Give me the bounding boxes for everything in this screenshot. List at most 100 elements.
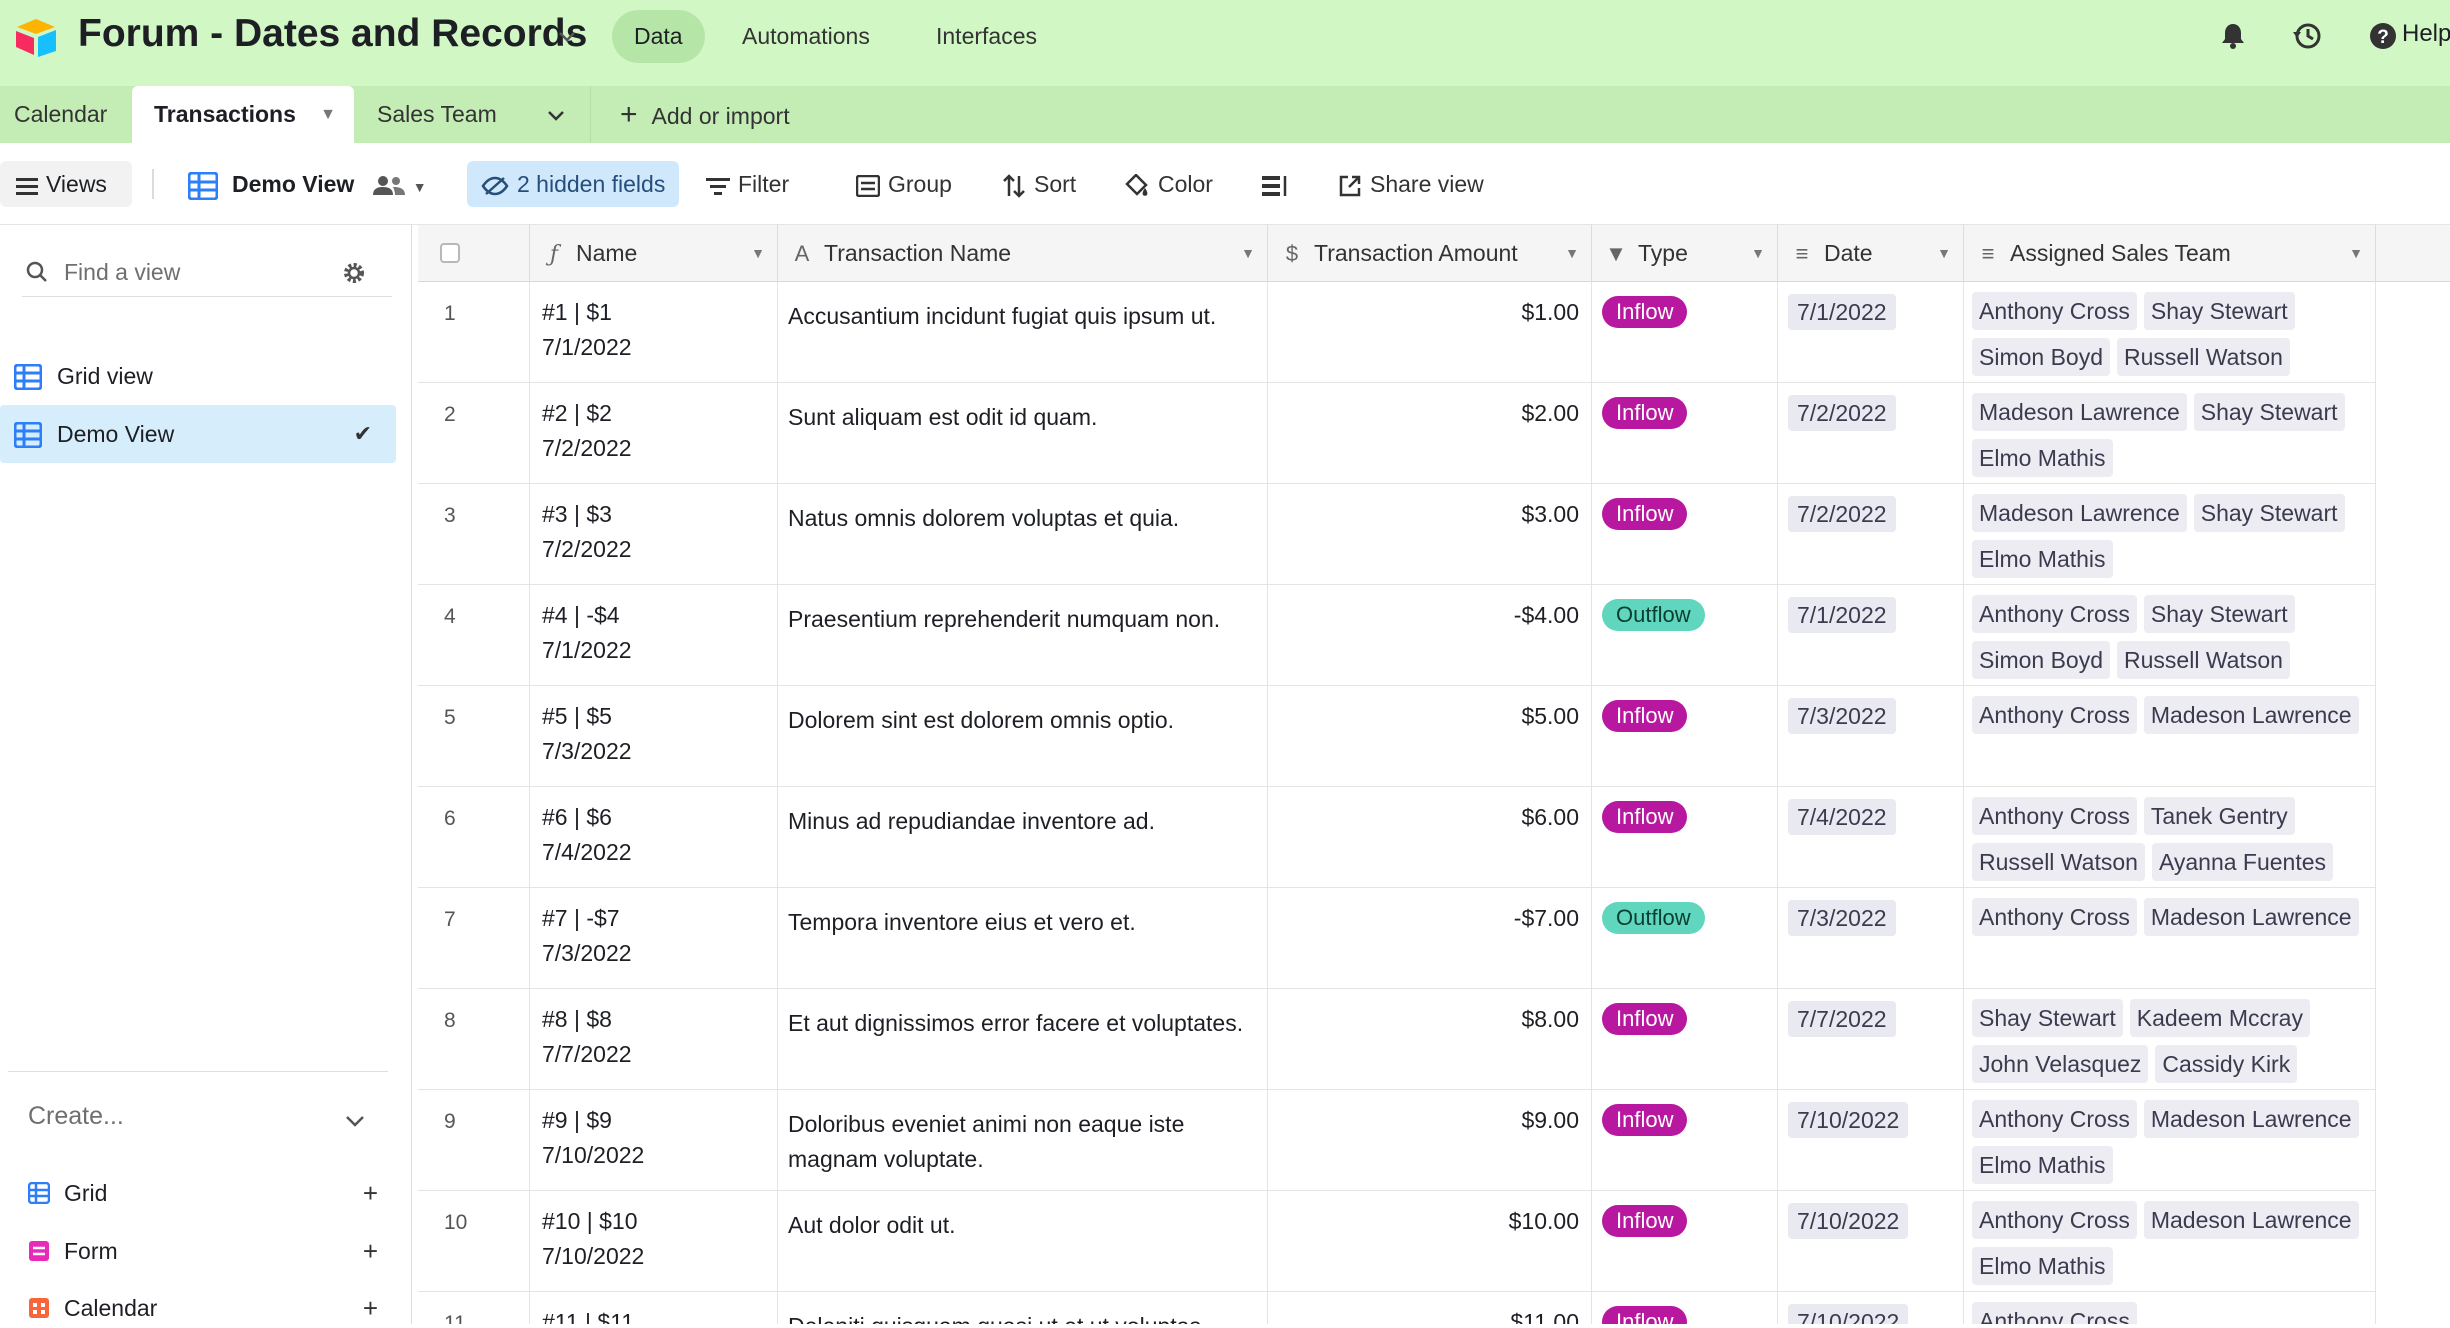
assigned-sales-team-cell[interactable]: Madeson Lawrence Shay Stewart Elmo Mathis — [1964, 484, 2376, 585]
help-label[interactable]: Help — [2402, 20, 2450, 48]
row-number-cell[interactable]: 1 — [418, 282, 530, 383]
assigned-sales-team-cell[interactable]: Madeson Lawrence Shay Stewart Elmo Mathis — [1964, 383, 2376, 484]
select-all-checkbox[interactable] — [440, 243, 460, 263]
column-header-date[interactable]: ≡ Date ▼ — [1778, 225, 1964, 282]
type-cell[interactable]: Inflow — [1592, 989, 1778, 1090]
assigned-sales-team-cell[interactable]: Anthony Cross Madeson Lawrence Elmo Mathis — [1964, 1090, 2376, 1191]
create-grid-view[interactable]: Grid + — [28, 1173, 378, 1213]
name-cell[interactable]: #8 | $8 7/7/2022 — [530, 989, 778, 1090]
row-number-cell[interactable]: 9 — [418, 1090, 530, 1191]
type-cell[interactable]: Inflow — [1592, 383, 1778, 484]
table-row[interactable]: 8 #8 | $8 7/7/2022 Et aut dignissimos error… — [418, 989, 2376, 1090]
date-cell[interactable]: 7/3/2022 — [1778, 686, 1964, 787]
caret-down-icon[interactable]: ▼ — [751, 225, 765, 282]
transaction-amount-cell[interactable]: $10.00 — [1268, 1191, 1592, 1292]
column-header-type[interactable]: ▼ Type ▼ — [1592, 225, 1778, 282]
group-button[interactable]: Group — [856, 161, 952, 207]
name-cell[interactable]: #4 | -$4 7/1/2022 — [530, 585, 778, 686]
type-cell[interactable]: Inflow — [1592, 686, 1778, 787]
add-or-import-button[interactable]: + Add or import — [620, 86, 790, 143]
type-cell[interactable]: Outflow — [1592, 585, 1778, 686]
table-row[interactable]: 7 #7 | -$7 7/3/2022 Tempora inventore eius … — [418, 888, 2376, 989]
table-tab-calendar[interactable]: Calendar — [14, 86, 107, 143]
transaction-amount-cell[interactable]: $11.00 — [1268, 1292, 1592, 1324]
table-row[interactable]: 5 #5 | $5 7/3/2022 Dolorem sint est dolorem… — [418, 686, 2376, 787]
date-cell[interactable]: 7/10/2022 — [1778, 1292, 1964, 1324]
assigned-sales-team-cell[interactable]: Anthony Cross Madeson Lawrence — [1964, 686, 2376, 787]
views-toggle-button[interactable]: Views — [0, 161, 132, 207]
type-cell[interactable]: Inflow — [1592, 282, 1778, 383]
date-cell[interactable]: 7/2/2022 — [1778, 484, 1964, 585]
table-row[interactable]: 11 #11 | $11 Deleniti quisquam quasi ut et… — [418, 1292, 2376, 1324]
table-row[interactable]: 2 #2 | $2 7/2/2022 Sunt aliquam est odit id… — [418, 383, 2376, 484]
name-cell[interactable]: #10 | $10 7/10/2022 — [530, 1191, 778, 1292]
table-row[interactable]: 6 #6 | $6 7/4/2022 Minus ad repudiandae inv… — [418, 787, 2376, 888]
column-header-name[interactable]: ƒ Name ▼ — [530, 225, 778, 282]
hide-fields-button[interactable]: 2 hidden fields — [467, 161, 680, 207]
caret-down-icon[interactable]: ▼ — [413, 179, 427, 195]
gear-icon[interactable] — [342, 261, 366, 285]
caret-down-icon[interactable]: ▼ — [1937, 225, 1951, 282]
create-view-heading[interactable]: Create... — [28, 1102, 124, 1131]
table-tab-transactions[interactable]: Transactions ▼ — [132, 86, 354, 143]
help-icon[interactable]: ? — [2367, 20, 2399, 52]
name-cell[interactable]: #5 | $5 7/3/2022 — [530, 686, 778, 787]
transaction-amount-cell[interactable]: $1.00 — [1268, 282, 1592, 383]
transaction-amount-cell[interactable]: $5.00 — [1268, 686, 1592, 787]
date-cell[interactable]: 7/7/2022 — [1778, 989, 1964, 1090]
transaction-amount-cell[interactable]: -$4.00 — [1268, 585, 1592, 686]
transaction-name-cell[interactable]: Praesentium reprehenderit numquam non. — [778, 585, 1268, 686]
transaction-amount-cell[interactable]: $8.00 — [1268, 989, 1592, 1090]
sidebar-item-grid-view[interactable]: Grid view — [0, 347, 396, 405]
type-cell[interactable]: Inflow — [1592, 484, 1778, 585]
date-cell[interactable]: 7/1/2022 — [1778, 282, 1964, 383]
chevron-down-icon[interactable] — [546, 106, 566, 126]
column-header-transaction-amount[interactable]: $ Transaction Amount ▼ — [1268, 225, 1592, 282]
type-cell[interactable]: Inflow — [1592, 1292, 1778, 1324]
assigned-sales-team-cell[interactable]: Anthony Cross Tanek Gentry Russell Watson A… — [1964, 787, 2376, 888]
caret-down-icon[interactable]: ▼ — [1751, 225, 1765, 282]
transaction-amount-cell[interactable]: $3.00 — [1268, 484, 1592, 585]
assigned-sales-team-cell[interactable]: Anthony Cross Shay Stewart Simon Boyd Russe… — [1964, 282, 2376, 383]
transaction-name-cell[interactable]: Tempora inventore eius et vero et. — [778, 888, 1268, 989]
transaction-name-cell[interactable]: Deleniti quisquam quasi ut et ut volupta… — [778, 1292, 1268, 1324]
name-cell[interactable]: #2 | $2 7/2/2022 — [530, 383, 778, 484]
nav-tab-data[interactable]: Data — [612, 10, 705, 63]
caret-down-icon[interactable]: ▼ — [1241, 225, 1255, 282]
transaction-name-cell[interactable]: Doloribus eveniet animi non eaque iste m… — [778, 1090, 1268, 1191]
type-cell[interactable]: Inflow — [1592, 1090, 1778, 1191]
base-title[interactable]: Forum - Dates and Records — [78, 12, 587, 56]
name-cell[interactable]: #7 | -$7 7/3/2022 — [530, 888, 778, 989]
column-header-assigned-sales-team[interactable]: ≡ Assigned Sales Team ▼ — [1964, 225, 2376, 282]
create-calendar-view[interactable]: Calendar + — [28, 1288, 378, 1328]
date-cell[interactable]: 7/3/2022 — [1778, 888, 1964, 989]
bell-icon[interactable] — [2217, 20, 2249, 52]
date-cell[interactable]: 7/1/2022 — [1778, 585, 1964, 686]
table-row[interactable]: 4 #4 | -$4 7/1/2022 Praesentium reprehender… — [418, 585, 2376, 686]
assigned-sales-team-cell[interactable]: Anthony Cross Shay Stewart Simon Boyd Russe… — [1964, 585, 2376, 686]
table-row[interactable]: 1 #1 | $1 7/1/2022 Accusantium incidunt fug… — [418, 282, 2376, 383]
transaction-name-cell[interactable]: Sunt aliquam est odit id quam. — [778, 383, 1268, 484]
transaction-name-cell[interactable]: Et aut dignissimos error facere et volup… — [778, 989, 1268, 1090]
row-number-cell[interactable]: 5 — [418, 686, 530, 787]
name-cell[interactable]: #1 | $1 7/1/2022 — [530, 282, 778, 383]
transaction-amount-cell[interactable]: $6.00 — [1268, 787, 1592, 888]
row-height-button[interactable] — [1262, 161, 1296, 207]
transaction-amount-cell[interactable]: -$7.00 — [1268, 888, 1592, 989]
color-button[interactable]: Color — [1124, 161, 1213, 207]
sidebar-item-demo-view[interactable]: Demo View ✔ — [0, 405, 396, 463]
create-form-view[interactable]: Form + — [28, 1231, 378, 1271]
caret-down-icon[interactable]: ▼ — [1565, 225, 1579, 282]
date-cell[interactable]: 7/2/2022 — [1778, 383, 1964, 484]
row-number-cell[interactable]: 2 — [418, 383, 530, 484]
table-row[interactable]: 3 #3 | $3 7/2/2022 Natus omnis dolorem volu… — [418, 484, 2376, 585]
history-icon[interactable] — [2291, 20, 2323, 52]
date-cell[interactable]: 7/10/2022 — [1778, 1090, 1964, 1191]
filter-button[interactable]: Filter — [706, 161, 789, 207]
table-row[interactable]: 9 #9 | $9 7/10/2022 Doloribus eveniet animi… — [418, 1090, 2376, 1191]
view-switcher-button[interactable]: Demo View ▼ — [188, 161, 427, 207]
transaction-name-cell[interactable]: Dolorem sint est dolorem omnis optio. — [778, 686, 1268, 787]
row-number-cell[interactable]: 7 — [418, 888, 530, 989]
row-number-cell[interactable]: 10 — [418, 1191, 530, 1292]
type-cell[interactable]: Outflow — [1592, 888, 1778, 989]
